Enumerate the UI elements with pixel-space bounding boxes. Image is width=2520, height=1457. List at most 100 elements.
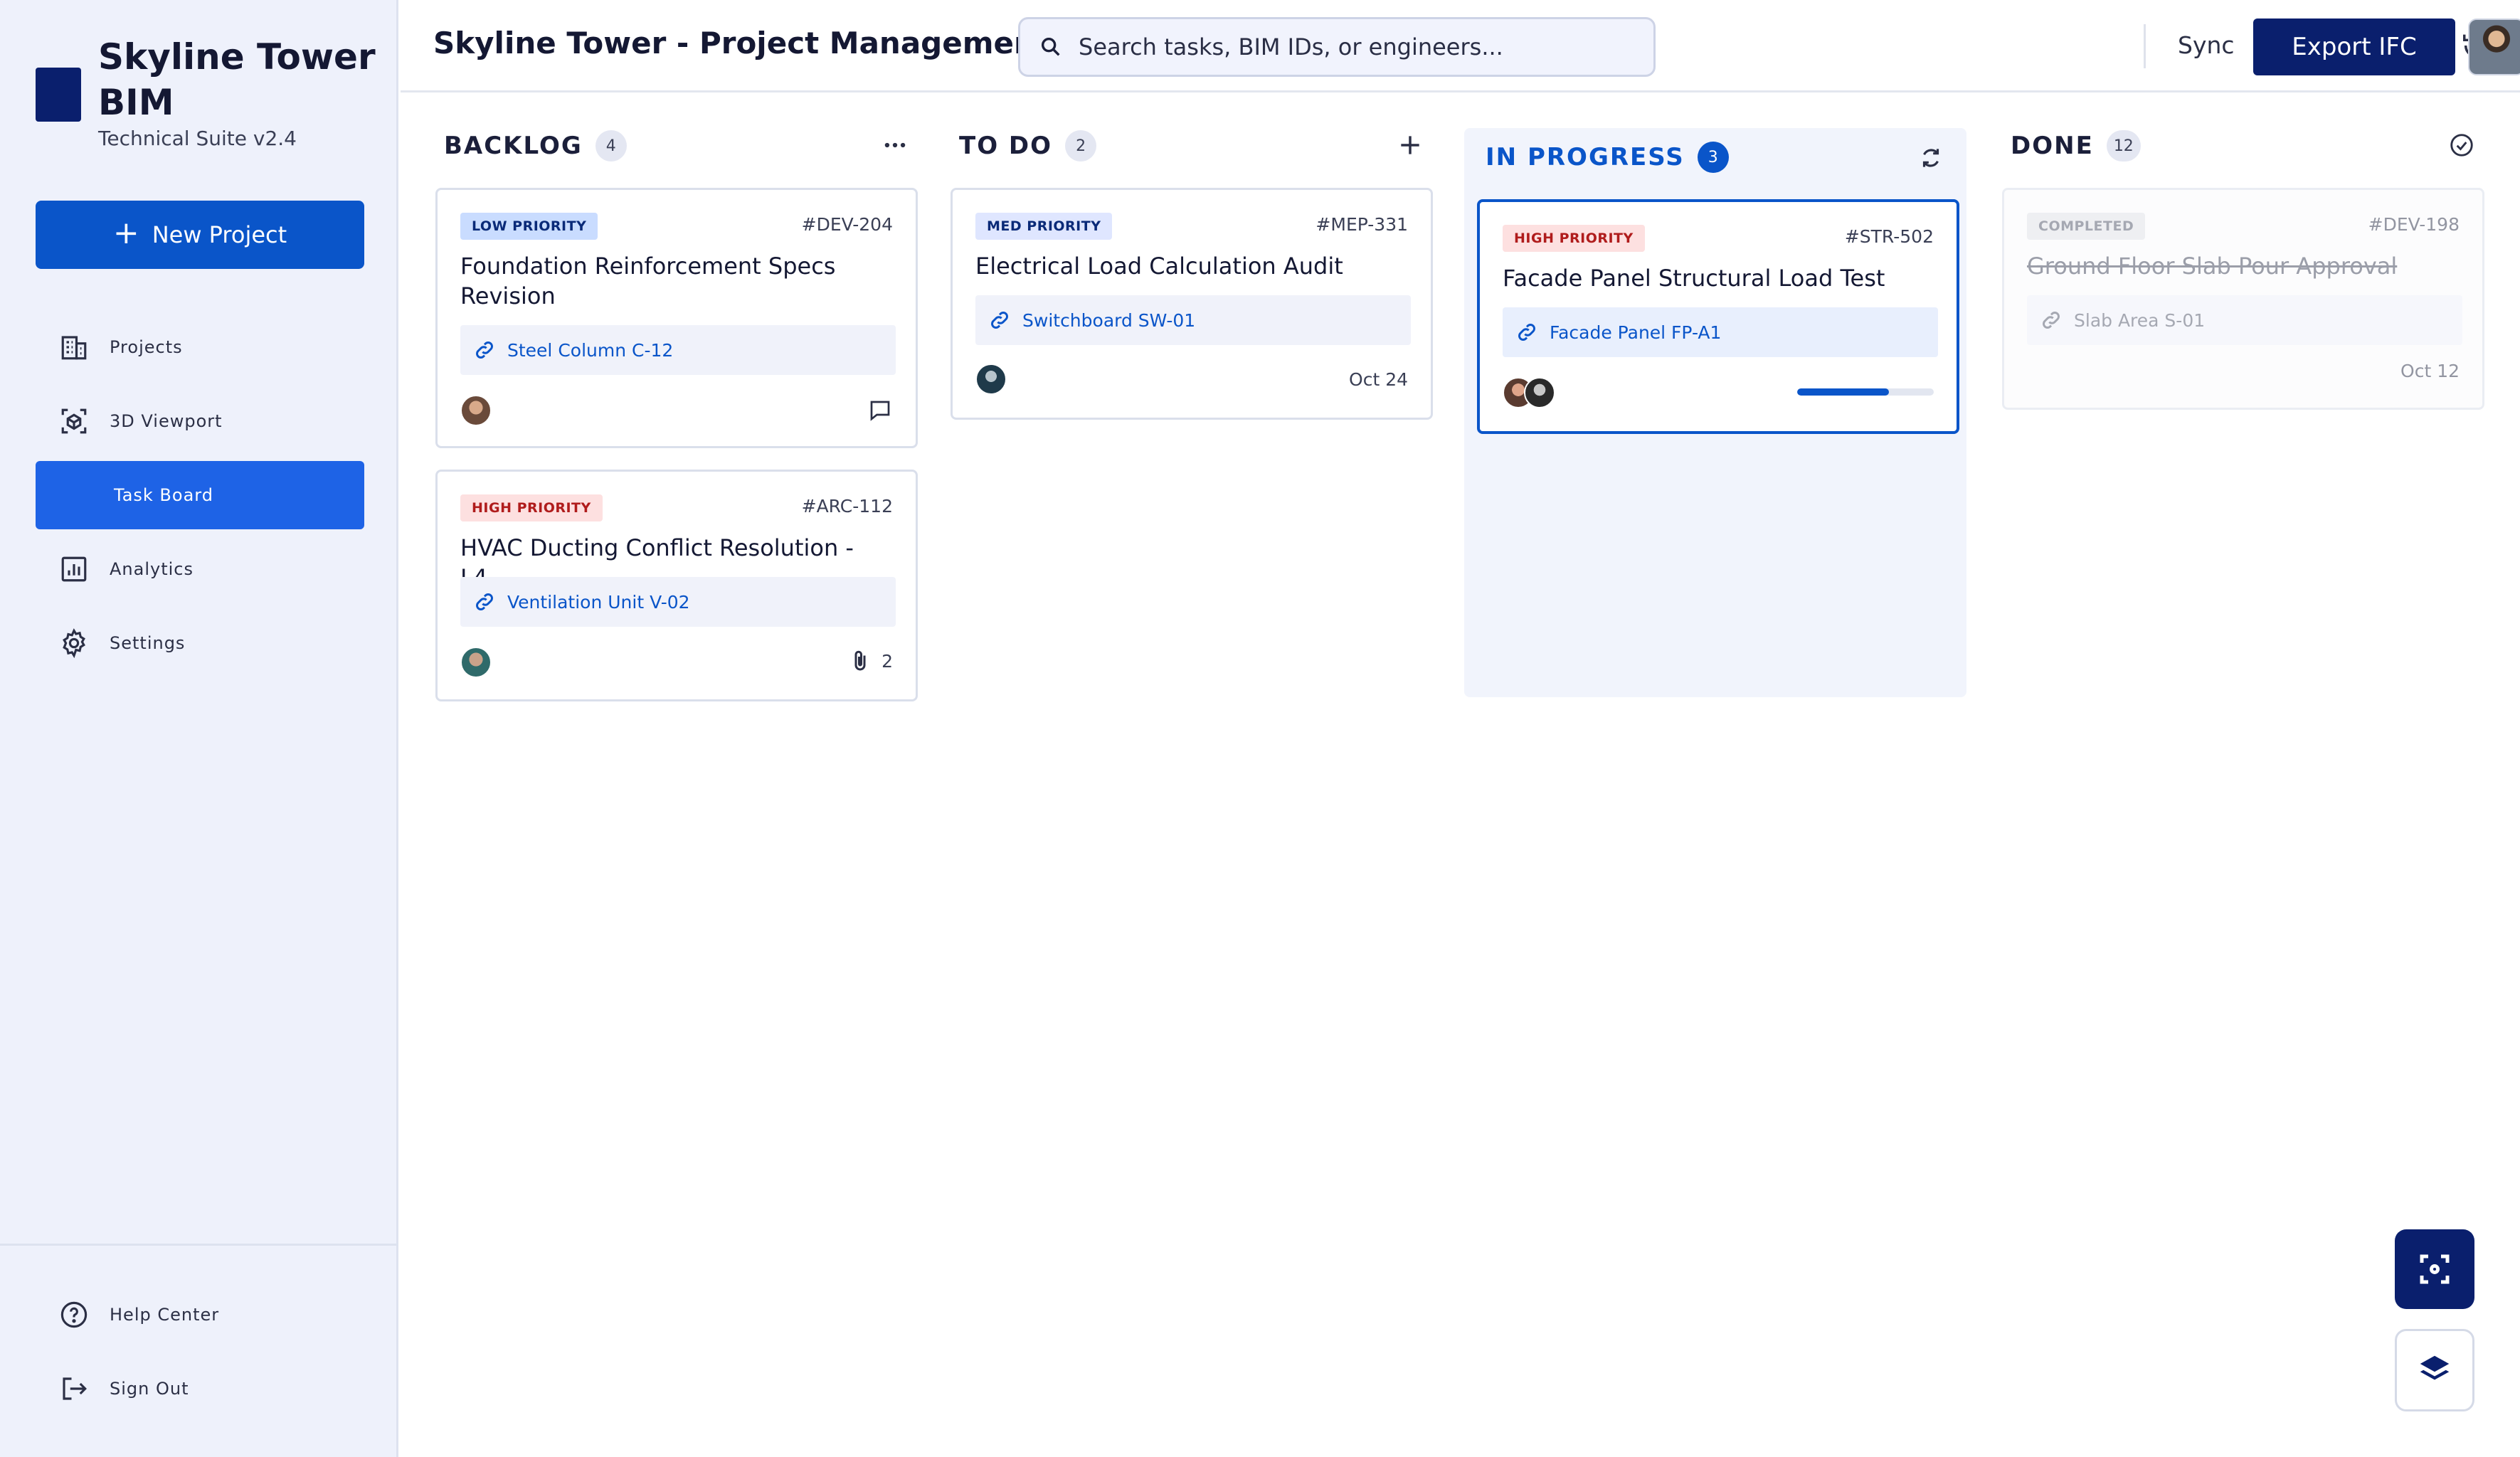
top-header: Skyline Tower - Project Management Sync … [401,0,2520,92]
focus-view-button[interactable] [2395,1229,2474,1309]
plus-icon: + [112,215,139,251]
sign-out-icon [58,1373,90,1404]
cube-viewport-icon [58,406,90,437]
column-header: TO DO 2 [959,128,1097,164]
task-card-dev-204[interactable]: LOW PRIORITY #DEV-204 Foundation Reinfor… [435,188,918,448]
task-card-mep-331[interactable]: MED PRIORITY #MEP-331 Electrical Load Ca… [951,188,1433,420]
assignee-avatar [460,395,492,426]
priority-badge: HIGH PRIORITY [1503,225,1645,252]
new-project-button[interactable]: + New Project [36,201,364,269]
header-separator [2144,24,2146,68]
sidebar-item-label: Task Board [114,485,213,505]
sidebar-nav: Projects 3D Viewport Task Board Analytic… [36,313,364,683]
sidebar-item-label: Projects [110,337,183,357]
layers-icon [2420,1355,2450,1380]
gear-icon [58,627,90,659]
attachment-count: 2 [882,650,893,672]
bim-link-label: Slab Area S-01 [2074,309,2206,331]
sidebar-item-help-center[interactable]: Help Center [36,1281,364,1349]
sidebar-item-label: Help Center [110,1305,220,1325]
sidebar-item-task-board[interactable]: Task Board [36,461,364,529]
task-id: #DEV-204 [801,214,893,235]
check-circle-icon[interactable] [2446,129,2477,161]
priority-badge: LOW PRIORITY [460,213,598,240]
task-progress-fill [1797,388,1889,396]
task-title: Foundation Reinforcement Specs Revision [460,253,836,309]
paperclip-icon [854,650,866,671]
sidebar-item-label: Analytics [110,559,194,579]
column-title: IN PROGRESS [1486,143,1685,171]
add-task-icon[interactable] [1394,129,1426,161]
column-title: TO DO [959,132,1053,160]
bim-link-chip[interactable]: Switchboard SW-01 [975,295,1411,345]
column-header: BACKLOG 4 [444,128,627,164]
column-header: DONE 12 [2011,128,2141,164]
sidebar-item-label: Sign Out [110,1379,189,1399]
bim-link-label: Facade Panel FP-A1 [1550,322,1722,343]
task-card-dev-198[interactable]: COMPLETED #DEV-198 Ground Floor Slab Pou… [2002,188,2484,410]
bim-link-chip[interactable]: Ventilation Unit V-02 [460,577,896,627]
column-title: DONE [2011,132,2094,160]
attachments-indicator[interactable]: 2 [847,648,893,674]
analytics-icon [58,553,90,585]
column-in-progress: IN PROGRESS 3 HIGH PRIORITY #STR-502 Fac… [1464,128,1966,697]
search-icon [1041,37,1060,56]
sidebar-item-settings[interactable]: Settings [36,609,364,677]
task-title: Electrical Load Calculation Audit [975,253,1343,280]
column-title: BACKLOG [444,132,583,160]
export-ifc-button[interactable]: Export IFC [2253,18,2455,75]
link-icon [1518,324,1535,341]
page-title: Skyline Tower - Project Management [433,26,1049,60]
sync-button[interactable]: Sync [2178,31,2235,59]
link-icon [2043,312,2060,329]
sidebar-item-3d-viewport[interactable]: 3D Viewport [36,387,364,455]
focus-frame-icon [2420,1254,2450,1284]
task-card-arc-112[interactable]: HIGH PRIORITY #ARC-112 HVAC Ducting Conf… [435,470,918,701]
layers-button[interactable] [2395,1329,2474,1411]
link-icon [991,312,1008,329]
task-id: #MEP-331 [1315,214,1408,235]
search-box[interactable] [1018,17,1656,77]
sidebar: Skyline Tower BIM Technical Suite v2.4 +… [0,0,398,1457]
sidebar-item-sign-out[interactable]: Sign Out [36,1355,364,1423]
column-count-badge: 3 [1697,142,1729,173]
bim-link-label: Steel Column C-12 [507,339,674,361]
sidebar-item-label: Settings [110,633,186,653]
more-options-icon[interactable] [879,129,911,161]
task-title: Facade Panel Structural Load Test [1503,265,1885,292]
assignee-avatar [975,364,1007,395]
status-badge: COMPLETED [2027,213,2146,240]
sidebar-item-analytics[interactable]: Analytics [36,535,364,603]
column-header: IN PROGRESS 3 [1486,139,1729,175]
sidebar-divider [0,1244,398,1246]
priority-badge: HIGH PRIORITY [460,494,603,521]
user-avatar[interactable] [2468,18,2520,75]
priority-badge: MED PRIORITY [975,213,1113,240]
link-icon [476,593,493,610]
bim-link-chip[interactable]: Steel Column C-12 [460,325,896,375]
brand-title: Skyline Tower BIM [98,36,376,123]
sidebar-bottom-nav: Help Center Sign Out [36,1281,364,1429]
assignee-avatar [460,647,492,678]
search-input[interactable] [1079,33,1634,60]
column-count-badge: 4 [595,130,627,161]
task-title: Ground Floor Slab Pour Approval [2027,253,2398,280]
task-card-str-502[interactable]: HIGH PRIORITY #STR-502 Facade Panel Stru… [1477,199,1959,434]
help-icon [58,1299,90,1330]
bim-link-label: Switchboard SW-01 [1022,309,1196,331]
assignee-avatar [1524,377,1555,408]
task-id: #ARC-112 [801,496,893,516]
column-count-badge: 2 [1065,130,1097,161]
completed-date: Oct 12 [2400,361,2460,381]
link-icon [476,341,493,359]
refresh-icon[interactable] [1915,142,1947,174]
new-project-label: New Project [152,221,287,248]
brand-subtitle: Technical Suite v2.4 [98,127,297,150]
building-icon [58,332,90,363]
sidebar-item-projects[interactable]: Projects [36,313,364,381]
task-progress-bar [1797,388,1934,396]
bim-link-chip[interactable]: Facade Panel FP-A1 [1503,307,1938,357]
brand-logo [36,68,81,122]
bim-link-chip[interactable]: Slab Area S-01 [2027,295,2462,345]
comment-icon[interactable] [867,398,893,423]
